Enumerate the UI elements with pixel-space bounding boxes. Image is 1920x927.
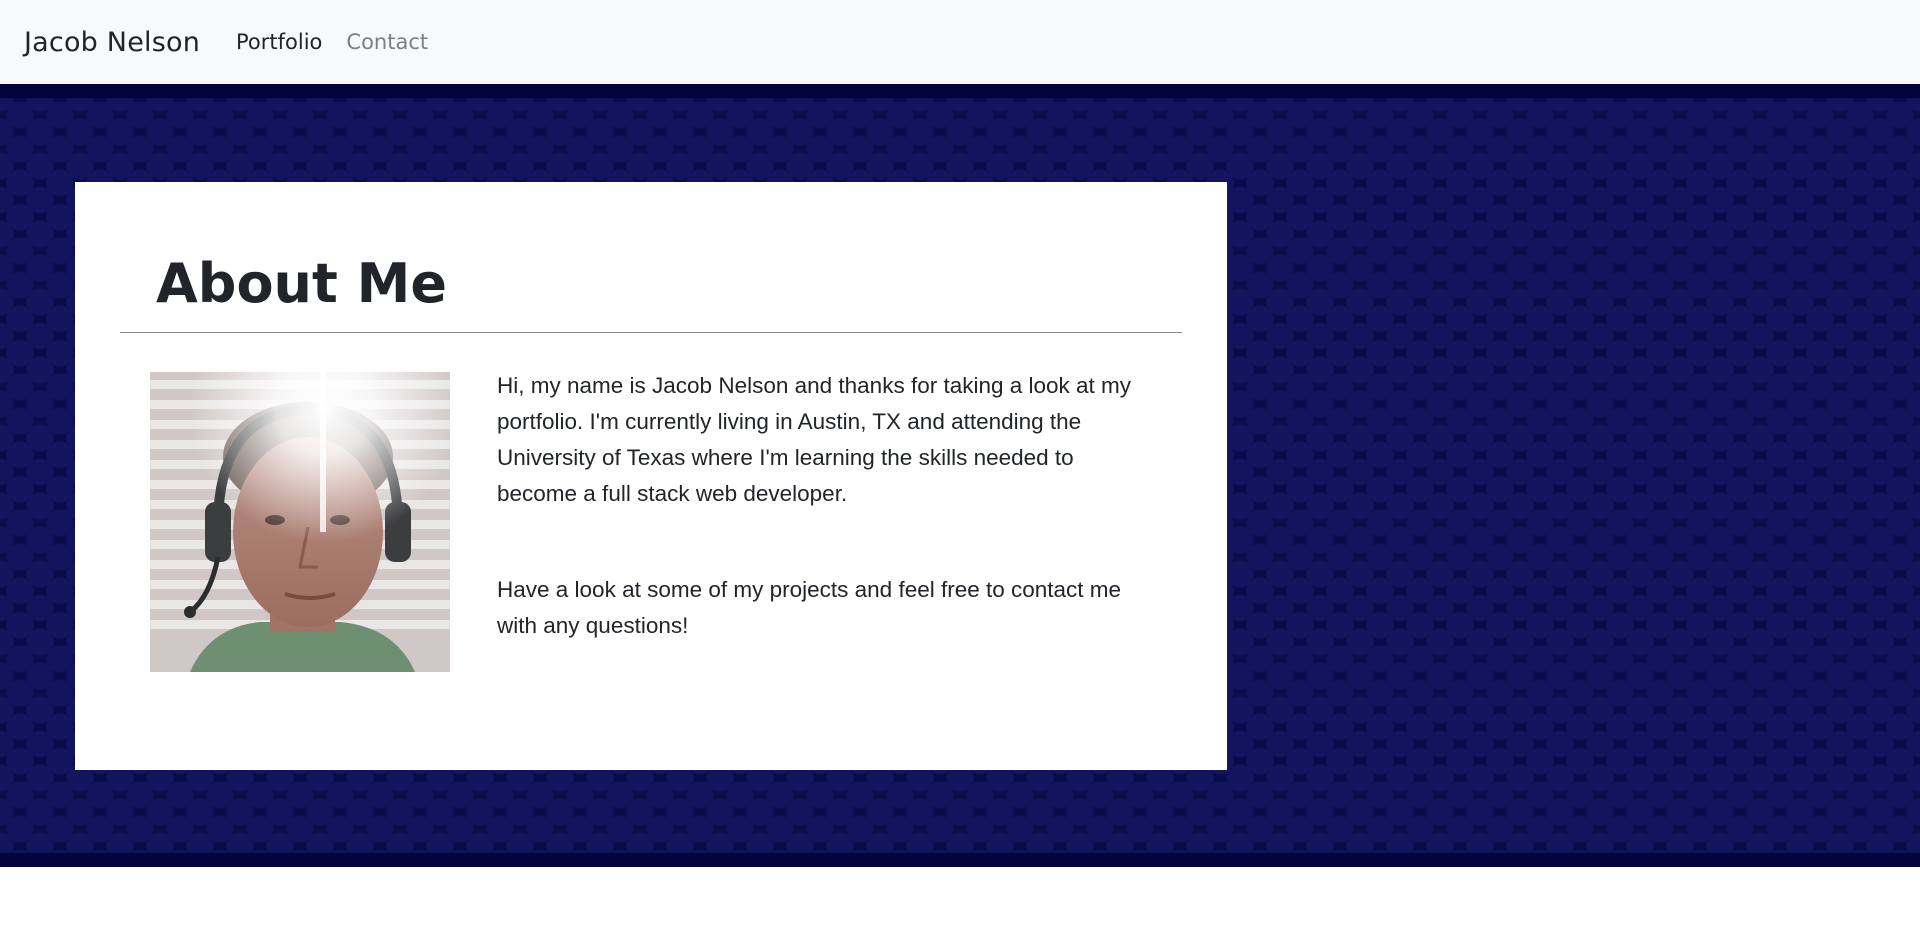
about-paragraph-intro: Hi, my name is Jacob Nelson and thanks f… <box>497 373 1132 506</box>
navbar: Jacob Nelson Portfolio Contact <box>0 0 1920 84</box>
profile-photo <box>150 372 450 672</box>
nav-link-portfolio[interactable]: Portfolio <box>236 30 322 54</box>
about-text: Hi, my name is Jacob Nelson and thanks f… <box>497 368 1157 644</box>
brand-link[interactable]: Jacob Nelson <box>24 27 200 58</box>
about-card: About Me Hi, my name is Jacob Nelson and… <box>75 182 1227 770</box>
page-title: About Me <box>156 252 447 315</box>
nav-link-contact[interactable]: Contact <box>346 30 428 54</box>
about-paragraph-cta: Have a look at some of my projects and f… <box>497 577 1122 638</box>
divider <box>120 332 1182 333</box>
